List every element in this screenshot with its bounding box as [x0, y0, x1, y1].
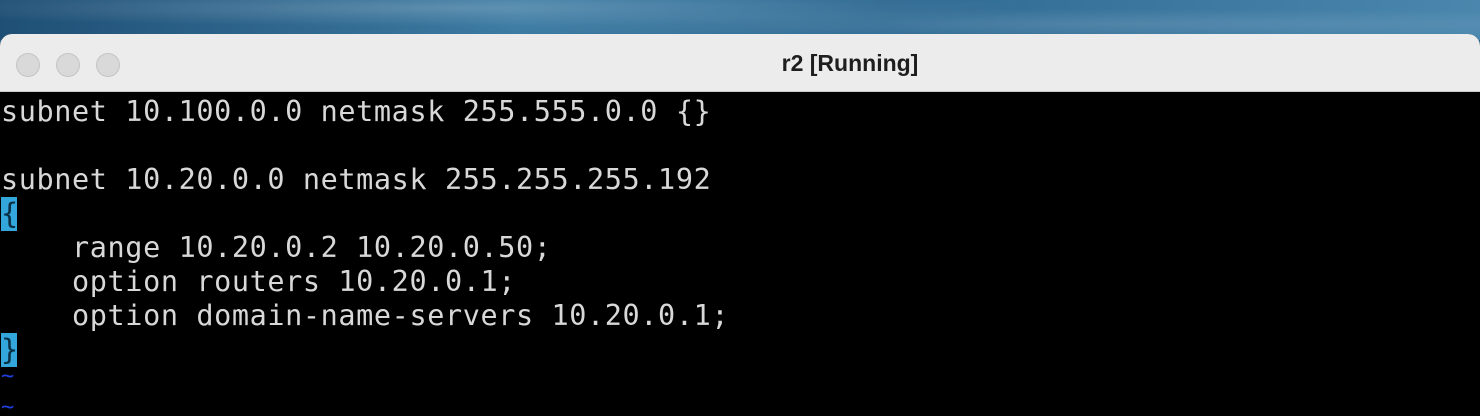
terminal-screen[interactable]: subnet 10.100.0.0 netmask 255.555.0.0 {}… — [0, 92, 1480, 416]
vm-window: r2 [Running] subnet 10.100.0.0 netmask 2… — [0, 34, 1480, 416]
terminal-line: { — [1, 197, 19, 231]
cursor-highlight-open-brace: { — [1, 197, 19, 231]
vim-empty-line-tilde: ~ — [1, 364, 15, 389]
terminal-line: option domain-name-servers 10.20.0.1; — [1, 299, 730, 332]
terminal-line: subnet 10.20.0.0 netmask 255.255.255.192 — [1, 163, 712, 196]
window-titlebar[interactable]: r2 [Running] — [0, 34, 1480, 92]
terminal-line: range 10.20.0.2 10.20.0.50; — [1, 231, 552, 264]
vim-empty-line-tilde: ~ — [1, 395, 15, 416]
window-title: r2 [Running] — [781, 50, 919, 76]
terminal-line: option routers 10.20.0.1; — [1, 265, 516, 298]
terminal-line: subnet 10.100.0.0 netmask 255.555.0.0 {} — [1, 95, 712, 128]
